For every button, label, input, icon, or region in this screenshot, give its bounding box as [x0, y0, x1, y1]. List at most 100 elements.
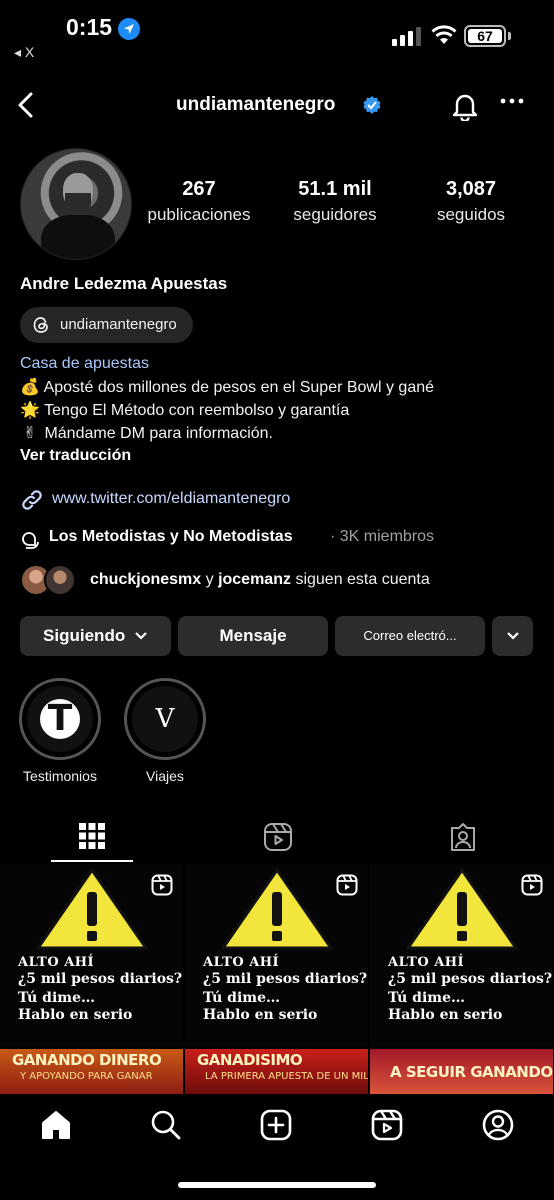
mutual-follower-name: jocemanz: [218, 571, 291, 588]
highlight-cover: V: [132, 686, 198, 752]
see-translation-link[interactable]: Ver traducción: [20, 447, 131, 465]
mutual-follower-avatar: [44, 564, 76, 596]
nav-search[interactable]: [146, 1108, 186, 1148]
warning-triangle-icon: [221, 868, 333, 950]
nav-home[interactable]: [36, 1108, 76, 1148]
nav-profile[interactable]: [478, 1108, 518, 1148]
tab-tagged[interactable]: [370, 808, 554, 864]
reels-icon: [371, 1109, 403, 1141]
highlight-cover-letter: T: [40, 699, 80, 739]
bio-line: 🌟 Tengo El Método con reembolso y garant…: [20, 399, 434, 422]
post-title: A SEGUIR GANANDO: [390, 1063, 553, 1081]
mutual-followers-text: chuckjonesmx y jocemanz siguen esta cuen…: [90, 571, 430, 589]
channel-name: Los Metodistas y No Metodistas: [49, 528, 293, 545]
profile-header: undiamantenegro: [0, 80, 554, 130]
post-text-line: ¿5 mil pesos diarios?: [388, 971, 553, 987]
avatar-body-shape: [41, 215, 115, 259]
profile-avatar-icon: [482, 1109, 514, 1141]
grid-post[interactable]: GANADISIMO LA PRIMERA APUESTA DE UN MILL…: [185, 1049, 368, 1094]
reel-indicator-icon: [151, 874, 173, 896]
bio-line-text: Tengo El Método con reembolso y garantía: [44, 402, 350, 419]
email-button[interactable]: Correo electró...: [335, 616, 485, 656]
notifications-bell-icon[interactable]: [451, 91, 479, 121]
post-text-line: Hablo en serio: [388, 1007, 503, 1023]
post-text-line: Hablo en serio: [203, 1007, 318, 1023]
tab-grid[interactable]: [0, 808, 184, 864]
highlight-viajes[interactable]: V Viajes: [115, 678, 215, 784]
post-text-line: ¿5 mil pesos diarios?: [18, 971, 183, 987]
home-icon: [42, 1111, 70, 1139]
grid-post[interactable]: A SEGUIR GANANDO: [370, 1049, 553, 1094]
search-icon: [151, 1110, 181, 1140]
link-icon: [22, 490, 42, 510]
profile-full-name: Andre Ledezma Apuestas: [20, 274, 228, 293]
threads-profile-chip[interactable]: undiamantenegro: [20, 307, 193, 343]
back-to-app-link[interactable]: ◂ X: [14, 44, 34, 61]
grid-post[interactable]: ALTO AHÍ ¿5 mil pesos diarios? Tú dime… …: [370, 864, 553, 1047]
profile-bio: 💰 Aposté dos millones de pesos en el Sup…: [20, 376, 434, 445]
location-arrow-icon: [118, 18, 140, 40]
bottom-navigation: [0, 1094, 554, 1200]
cellular-signal-icon: [392, 27, 421, 46]
battery-level: 67: [468, 29, 502, 43]
bio-line: ✌ Mándame DM para información.: [20, 422, 434, 445]
followers-count[interactable]: 51.1 mil seguidores: [284, 178, 386, 225]
tab-reels[interactable]: [185, 808, 369, 864]
grid-post[interactable]: GANANDO DINERO Y APOYANDO PARA GANAR: [0, 1049, 183, 1094]
status-time: 0:15: [66, 14, 113, 40]
verified-badge-icon: [363, 96, 381, 114]
highlight-label: Testimonios: [23, 768, 97, 784]
more-options-icon[interactable]: [500, 98, 524, 104]
followers-count-label: seguidores: [293, 205, 377, 224]
battery-icon: 67: [464, 25, 506, 47]
post-text-line: Tú dime…: [18, 990, 96, 1006]
battery-tip: [508, 32, 511, 40]
post-text-line: ¿5 mil pesos diarios?: [203, 971, 368, 987]
post-text-line: ALTO AHÍ: [388, 955, 465, 970]
highlight-cover: T: [27, 686, 93, 752]
profile-category[interactable]: Casa de apuestas: [20, 355, 149, 373]
avatar-beard-shape: [65, 193, 91, 211]
post-text-line: ALTO AHÍ: [18, 955, 95, 970]
home-indicator: [178, 1182, 376, 1188]
highlight-ring: V: [124, 678, 206, 760]
posts-grid: ALTO AHÍ ¿5 mil pesos diarios? Tú dime… …: [0, 864, 554, 1094]
followers-count-value: 51.1 mil: [298, 178, 372, 200]
posts-count[interactable]: 267 publicaciones: [140, 178, 258, 225]
following-count-label: seguidos: [436, 205, 506, 224]
chevron-down-icon: [506, 632, 519, 640]
highlight-testimonios[interactable]: T Testimonios: [10, 678, 110, 784]
chevron-down-icon: [135, 632, 147, 640]
reels-icon: [264, 823, 292, 851]
status-bar: 0:15 ◂ X 67: [0, 0, 554, 70]
mutual-followers[interactable]: chuckjonesmx y jocemanz siguen esta cuen…: [20, 564, 540, 598]
following-button[interactable]: Siguiendo: [20, 616, 171, 656]
post-subtitle: Y APOYANDO PARA GANAR: [20, 1071, 153, 1082]
nav-create[interactable]: [256, 1108, 296, 1148]
post-text-line: Hablo en serio: [18, 1007, 133, 1023]
star-emoji: 🌟: [20, 402, 40, 419]
grid-post[interactable]: ALTO AHÍ ¿5 mil pesos diarios? Tú dime… …: [185, 864, 368, 1047]
reel-indicator-icon: [521, 874, 543, 896]
nav-reels[interactable]: [367, 1108, 407, 1148]
threads-icon: [33, 317, 48, 333]
tagged-person-icon: [451, 823, 475, 851]
header-username: undiamantenegro: [176, 94, 336, 115]
highlight-cover-letter: V: [155, 704, 175, 734]
bio-line-text: Mándame DM para información.: [44, 425, 273, 442]
message-button[interactable]: Mensaje: [178, 616, 328, 656]
wifi-icon: [431, 25, 457, 44]
victory-hand-emoji: ✌: [23, 425, 37, 442]
grid-post[interactable]: ALTO AHÍ ¿5 mil pesos diarios? Tú dime… …: [0, 864, 183, 1047]
suggested-users-button[interactable]: [492, 616, 533, 656]
back-arrow-icon[interactable]: [12, 90, 42, 120]
post-title: GANANDO DINERO: [12, 1051, 162, 1069]
profile-avatar[interactable]: [20, 148, 132, 260]
following-count[interactable]: 3,087 seguidos: [424, 178, 518, 225]
post-subtitle: LA PRIMERA APUESTA DE UN MILLON: [205, 1071, 368, 1082]
profile-tabs: [0, 808, 554, 864]
bio-line: 💰 Aposté dos millones de pesos en el Sup…: [20, 376, 434, 399]
posts-count-value: 267: [182, 178, 216, 200]
post-title: GANADISIMO: [197, 1051, 303, 1069]
threads-handle: undiamantenegro: [60, 316, 177, 333]
